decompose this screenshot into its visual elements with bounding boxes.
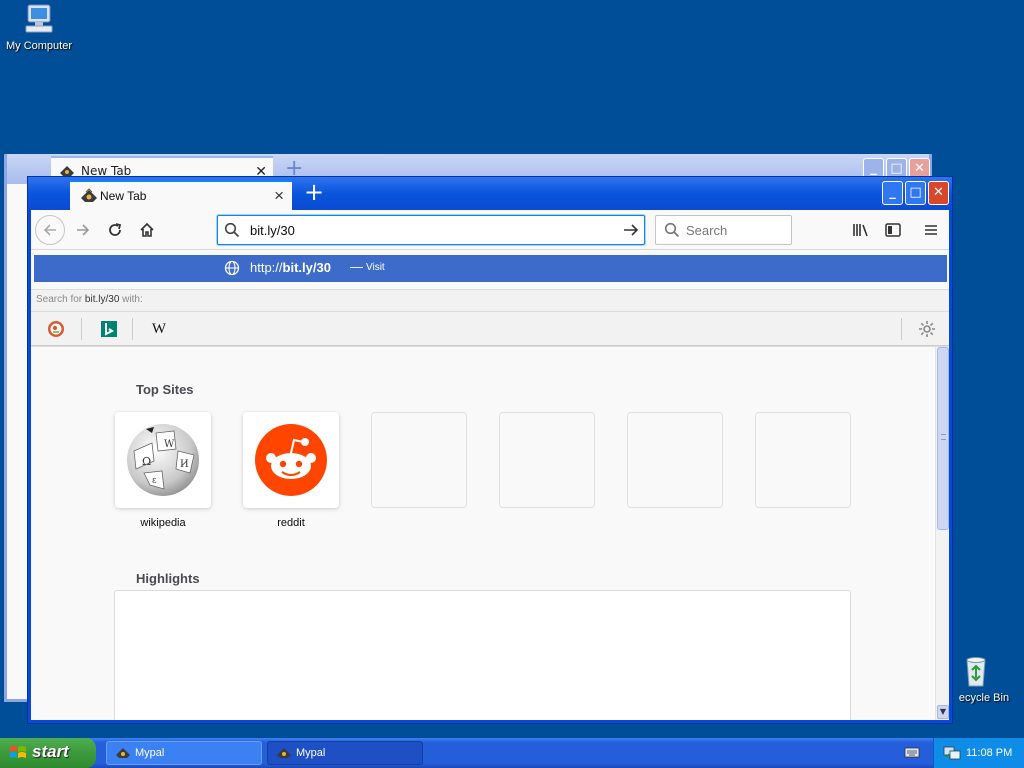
separator: [901, 318, 902, 340]
search-icon: [664, 222, 680, 238]
app-favicon-icon: [116, 748, 130, 758]
highlights-title: Highlights: [136, 571, 200, 586]
search-with-prefix: Search for: [36, 294, 85, 305]
tab-title: New Tab: [100, 189, 147, 203]
taskbar-item-label: Mypal: [296, 747, 326, 759]
my-computer-icon: [25, 4, 53, 33]
app-favicon-icon: [81, 188, 97, 202]
search-icon: [224, 222, 240, 238]
bing-icon[interactable]: [100, 320, 118, 338]
desktop-icon-label: ecycle Bin: [958, 692, 1010, 704]
sidebar-button[interactable]: [879, 216, 907, 244]
search-bar[interactable]: [655, 215, 792, 245]
start-button[interactable]: start: [0, 738, 96, 768]
url-prefix: http://: [250, 260, 283, 275]
forward-arrow-icon: [77, 224, 90, 236]
browser-client-area: http://bit.ly/30 — Visit Search for bit.…: [31, 210, 949, 720]
svg-text:W: W: [164, 439, 175, 450]
top-site-label: reddit: [277, 517, 305, 529]
autocomplete-url: http://bit.ly/30: [250, 260, 331, 275]
grip-icon: [941, 434, 946, 440]
globe-icon: [224, 260, 240, 276]
reddit-icon: [255, 424, 327, 496]
back-arrow-icon: [43, 224, 56, 236]
close-window-button[interactable]: ✕: [928, 181, 949, 205]
network-icon[interactable]: [943, 745, 961, 761]
wikipedia-search-icon[interactable]: W: [150, 320, 168, 338]
library-icon: [853, 224, 868, 237]
taskbar-item-label: Mypal: [135, 747, 165, 759]
library-button[interactable]: [847, 216, 875, 244]
gear-icon[interactable]: [918, 320, 936, 338]
search-input[interactable]: [686, 221, 786, 239]
new-tab-page: Top Sites Ω W И ε wikipedia reddit Highl…: [31, 347, 949, 720]
duckduckgo-icon[interactable]: [47, 320, 65, 338]
desktop-icon-my-computer[interactable]: My Computer: [0, 2, 79, 52]
sidebar-icon: [885, 223, 901, 237]
hamburger-menu-icon: [925, 225, 937, 235]
url-input[interactable]: [250, 220, 610, 240]
autocomplete-result-row[interactable]: http://bit.ly/30 — Visit: [34, 255, 947, 282]
scroll-down-arrow-icon[interactable]: ▼: [937, 705, 949, 719]
close-tab-icon[interactable]: ×: [274, 186, 284, 206]
keyboard-icon[interactable]: [904, 745, 920, 759]
start-label: start: [32, 742, 69, 761]
browser-window: New Tab × + _ □ ✕ bit.ly/30 Search http:…: [27, 176, 953, 724]
top-site-label: wikipedia: [140, 517, 186, 529]
home-icon: [140, 222, 154, 237]
wikipedia-globe-icon: Ω W И ε: [127, 424, 199, 496]
app-favicon-icon: [277, 748, 291, 758]
new-tab-button[interactable]: +: [300, 179, 328, 207]
title-bar: New Tab × + _ □ ✕: [28, 177, 952, 210]
taskbar-item-mypal-active[interactable]: Mypal: [267, 741, 423, 765]
highlights-card: [114, 590, 851, 720]
address-bar[interactable]: [217, 215, 645, 245]
autocomplete-action: Visit: [366, 262, 385, 273]
scrollbar-thumb[interactable]: [937, 347, 949, 530]
svg-text:И: И: [180, 459, 189, 470]
separator: [132, 318, 133, 340]
menu-button[interactable]: [917, 216, 945, 244]
search-with-suffix: with:: [119, 294, 143, 305]
separator: [81, 318, 82, 340]
desktop-icon-label: My Computer: [5, 40, 73, 52]
back-button[interactable]: [35, 215, 65, 245]
forward-button[interactable]: [69, 216, 97, 244]
tab-new-tab[interactable]: New Tab ×: [70, 180, 292, 210]
go-arrow-icon[interactable]: [622, 221, 640, 239]
autocomplete-separator: —: [350, 259, 363, 274]
vertical-scrollbar[interactable]: ▼: [935, 347, 949, 720]
top-site-tile-wikipedia[interactable]: Ω W И ε: [115, 412, 211, 508]
navigation-toolbar: [31, 210, 949, 250]
url-bold-part: bit.ly/30: [282, 260, 331, 275]
clock: 11:08 PM: [966, 747, 1013, 759]
top-site-tile-empty: [371, 412, 467, 508]
svg-text:ε: ε: [152, 476, 157, 486]
top-site-tile-empty: [627, 412, 723, 508]
maximize-button[interactable]: □: [905, 181, 926, 205]
taskbar-item-mypal[interactable]: Mypal: [106, 741, 262, 765]
home-button[interactable]: [133, 216, 161, 244]
top-site-tile-empty: [499, 412, 595, 508]
minimize-button[interactable]: _: [882, 181, 903, 205]
system-tray: 11:08 PM: [933, 738, 1024, 768]
recycle-bin-icon: [966, 657, 986, 687]
taskbar: start Mypal Mypal 11:08 PM: [0, 738, 1024, 768]
one-off-search-engines: W: [31, 311, 949, 346]
search-with-query: bit.ly/30: [84, 294, 120, 305]
search-with-header: Search for bit.ly/30 with:: [31, 289, 949, 311]
svg-text:Ω: Ω: [142, 455, 151, 468]
top-sites-title: Top Sites: [136, 382, 194, 397]
windows-logo-icon: [10, 746, 26, 758]
top-site-tile-reddit[interactable]: [243, 412, 339, 508]
reload-icon: [109, 223, 122, 236]
top-site-tile-empty: [755, 412, 851, 508]
reload-button[interactable]: [101, 216, 129, 244]
